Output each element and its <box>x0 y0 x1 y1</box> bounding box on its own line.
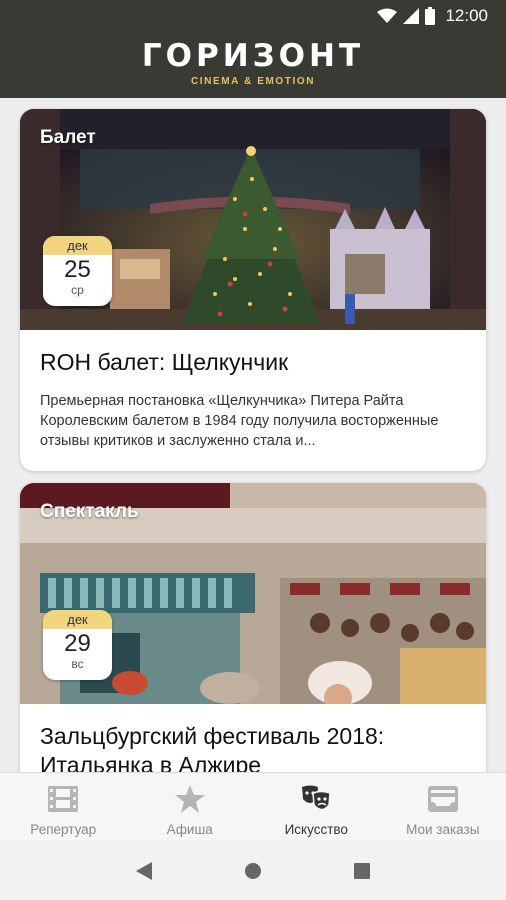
brand-title: ГОРИЗОНТ <box>141 38 365 74</box>
nav-label: Искусство <box>284 822 348 837</box>
nav-item-repertoire[interactable]: Репертуар <box>0 773 127 842</box>
theater-masks-icon <box>302 785 332 811</box>
nav-label: Мои заказы <box>406 822 480 837</box>
status-bar: 12:00 <box>0 0 506 32</box>
system-navigation-bar <box>0 842 506 900</box>
status-time: 12:00 <box>445 6 488 25</box>
date-month: дек <box>43 236 112 255</box>
event-image: Балет дек 25 ср <box>20 109 486 330</box>
date-badge: дек 29 вс <box>43 610 112 680</box>
brand-subtitle: CINEMA & EMOTION <box>190 76 316 87</box>
event-description: Премьерная постановка «Щелкунчика» Питер… <box>40 393 439 449</box>
date-day: 29 <box>64 630 91 657</box>
nav-item-art[interactable]: Искусство <box>253 773 380 842</box>
date-weekday: вс <box>71 657 84 671</box>
wifi-icon <box>377 8 398 23</box>
app-header: 12:00 ГОРИЗОНТ CINEMA & EMOTION <box>0 0 506 98</box>
event-card[interactable]: Спектакль дек 29 вс Зальцбургский фестив… <box>20 483 486 772</box>
event-image: Спектакль дек 29 вс <box>20 483 486 704</box>
brand-logo: ГОРИЗОНТ CINEMA & EMOTION <box>0 38 506 87</box>
tickets-icon <box>427 786 458 812</box>
star-icon <box>174 785 205 813</box>
battery-icon <box>425 7 436 25</box>
event-category: Балет <box>40 127 96 148</box>
date-weekday: ср <box>71 283 84 297</box>
date-badge: дек 25 ср <box>43 236 112 306</box>
event-card[interactable]: Балет дек 25 ср ROH балет: Щелкунчик Пре… <box>20 109 486 471</box>
event-title[interactable]: Зальцбургский фестиваль 2018: Итальянка … <box>40 722 466 772</box>
date-month: дек <box>43 610 112 629</box>
date-day: 25 <box>64 256 91 283</box>
card-body: ROH балет: Щелкунчик Премьерная постанов… <box>20 330 486 471</box>
nav-item-my-orders[interactable]: Мои заказы <box>380 773 506 842</box>
nav-label: Репертуар <box>30 822 97 837</box>
nav-label: Афиша <box>166 822 213 837</box>
nav-item-afisha[interactable]: Афиша <box>127 773 254 842</box>
recents-icon[interactable] <box>354 863 370 879</box>
home-icon[interactable] <box>244 862 262 880</box>
event-category: Спектакль <box>40 501 139 522</box>
bottom-navigation: Репертуар Афиша Искусство Мои заказы <box>0 772 506 842</box>
back-icon[interactable] <box>136 862 152 880</box>
signal-icon <box>403 8 420 24</box>
event-title[interactable]: ROH балет: Щелкунчик <box>40 348 466 377</box>
card-body: Зальцбургский фестиваль 2018: Итальянка … <box>20 704 486 772</box>
film-icon <box>48 786 79 812</box>
event-feed[interactable]: Балет дек 25 ср ROH балет: Щелкунчик Пре… <box>0 98 506 772</box>
